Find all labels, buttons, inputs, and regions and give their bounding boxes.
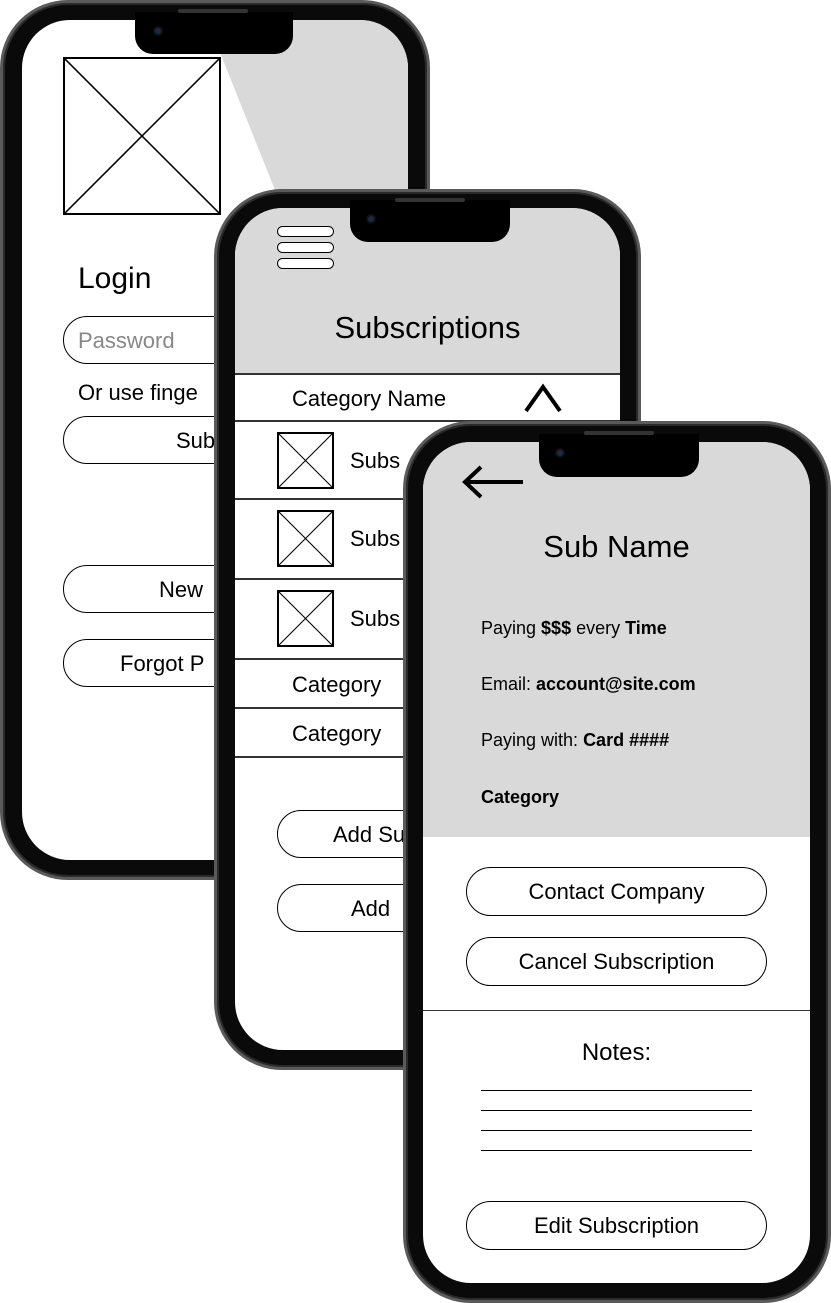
speaker (178, 9, 248, 13)
fingerprint-text: Or use finge (78, 380, 198, 405)
add-label: Add (351, 896, 391, 921)
paying-period: Time (625, 618, 667, 638)
divider (423, 1010, 810, 1011)
arrow-left-icon[interactable] (462, 465, 524, 499)
subscription-label: Subs (350, 606, 401, 631)
category-label: Category (292, 672, 382, 697)
camera-icon (366, 214, 376, 224)
new-label: New (159, 577, 204, 602)
image-placeholder-icon (63, 57, 221, 215)
category-name: Category Name (292, 386, 447, 411)
paying-prefix: Paying (481, 618, 542, 638)
edit-label: Edit Subscription (533, 1213, 700, 1238)
contact-label: Contact Company (528, 879, 705, 904)
paying-mid: every (571, 618, 626, 638)
phone-subscription-detail: Sub Name Paying $$$ every Time Email: ac… (403, 421, 831, 1303)
camera-icon (555, 448, 565, 458)
thumbnail-placeholder-icon (277, 432, 334, 489)
speaker (584, 431, 654, 435)
notch (135, 12, 293, 54)
method-label: Paying with: (481, 730, 584, 750)
header (423, 442, 810, 837)
contact-company-button[interactable]: Contact Company (466, 867, 767, 916)
thumbnail-placeholder-icon (277, 510, 334, 567)
subscription-title: Sub Name (543, 529, 690, 564)
cancel-subscription-button[interactable]: Cancel Subscription (466, 937, 767, 986)
page-title: Subscriptions (334, 310, 521, 345)
forgot-label: Forgot P (120, 651, 205, 676)
method-value: Card #### (583, 730, 670, 750)
subscription-label: Subs (350, 526, 401, 551)
thumbnail-placeholder-icon (277, 590, 334, 647)
cancel-label: Cancel Subscription (518, 949, 715, 974)
submit-label: Sub (176, 428, 216, 453)
subscription-label: Subs (350, 448, 401, 473)
notes-label: Notes: (581, 1039, 652, 1066)
notch (350, 200, 510, 242)
paying-amount: $$$ (541, 618, 572, 638)
notch (539, 434, 699, 477)
add-subscription-label: Add Su (333, 822, 406, 847)
detail-screen: Sub Name Paying $$$ every Time Email: ac… (423, 442, 810, 1283)
payment-method-line: Paying with: Card #### (481, 730, 669, 751)
category-label: Category (292, 721, 382, 746)
speaker (395, 198, 465, 202)
payment-line: Paying $$$ every Time (481, 618, 667, 639)
category-header-row[interactable]: Category Name (235, 373, 620, 422)
edit-subscription-button[interactable]: Edit Subscription (466, 1201, 767, 1250)
password-placeholder: Password (78, 328, 175, 353)
category-label: Category (481, 787, 560, 807)
email-label: Email: (481, 674, 537, 694)
email-line: Email: account@site.com (481, 674, 696, 695)
email-value: account@site.com (536, 674, 696, 694)
chevron-up-icon[interactable] (523, 383, 563, 413)
camera-icon (153, 26, 163, 36)
login-title: Login (78, 262, 152, 295)
